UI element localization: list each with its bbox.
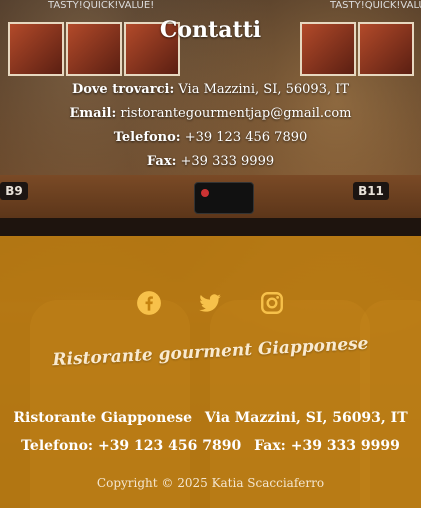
phone-line: Telefono: +39 123 456 7890 [0, 130, 421, 145]
phone-label: Telefono: [113, 130, 181, 145]
email-label: Email: [69, 106, 117, 121]
fax-line: Fax: +39 333 9999 [0, 154, 421, 169]
fax-label: Fax: [146, 154, 177, 169]
contact-section: Contatti Dove trovarci: Via Mazzini, SI,… [0, 0, 421, 235]
footer [0, 236, 421, 508]
facebook-icon[interactable] [136, 290, 164, 318]
instagram-icon[interactable] [259, 290, 287, 318]
footer-info-line: Ristorante Giapponese Via Mazzini, SI, 5… [0, 410, 421, 426]
twitter-icon[interactable] [197, 290, 225, 318]
contact-title: Contatti [159, 17, 262, 43]
email-line: Email: ristorantegourmentjap@gmail.com [0, 106, 421, 121]
email-value[interactable]: ristorantegourmentjap@gmail.com [120, 106, 351, 121]
footer-fax: Fax: +39 333 9999 [254, 438, 400, 454]
footer-restaurant-name: Ristorante Giapponese [13, 410, 193, 426]
social-links [136, 290, 291, 322]
address-value: Via Mazzini, SI, 56093, IT [178, 82, 350, 97]
copyright: Copyright © 2025 Katia Scacciaferro [96, 476, 325, 490]
fax-value: +39 333 9999 [180, 154, 275, 169]
phone-value[interactable]: +39 123 456 7890 [185, 130, 308, 145]
address-label: Dove trovarci: [71, 82, 175, 97]
footer-address: Via Mazzini, SI, 56093, IT [204, 410, 408, 426]
footer-phone: Telefono: +39 123 456 7890 [21, 438, 242, 454]
address-line: Dove trovarci: Via Mazzini, SI, 56093, I… [0, 82, 421, 97]
footer-contact-line: Telefono: +39 123 456 7890 Fax: +39 333 … [0, 438, 421, 454]
